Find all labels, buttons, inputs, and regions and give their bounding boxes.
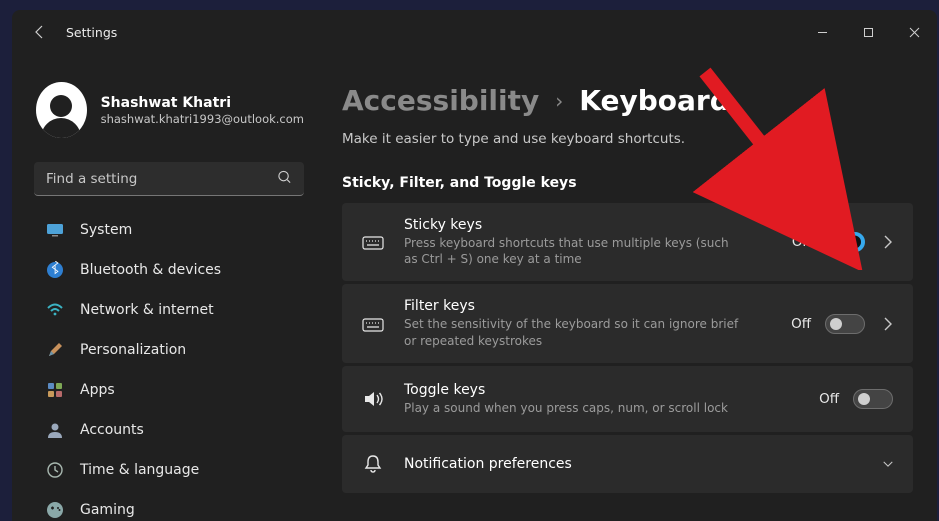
card-text: Toggle keys Play a sound when you press … — [404, 382, 799, 416]
keyboard-icon — [362, 313, 384, 335]
avatar — [36, 82, 87, 138]
card-controls: Off — [819, 389, 893, 409]
window-body: Shashwat Khatri shashwat.khatri1993@outl… — [12, 54, 937, 521]
card-controls — [879, 460, 893, 468]
card-title: Sticky keys — [404, 217, 772, 233]
page-title: Keyboard — [579, 84, 729, 117]
sidebar-item-personalization[interactable]: Personalization — [34, 330, 304, 370]
card-text: Notification preferences — [404, 456, 859, 472]
card-controls: On — [792, 232, 893, 252]
chevron-down-icon[interactable] — [883, 460, 893, 468]
card-text: Filter keys Set the sensitivity of the k… — [404, 298, 771, 348]
toggle-state-label: On — [792, 234, 811, 250]
sidebar: Shashwat Khatri shashwat.khatri1993@outl… — [12, 54, 318, 521]
sidebar-item-apps[interactable]: Apps — [34, 370, 304, 410]
card-title: Toggle keys — [404, 382, 799, 398]
card-desc: Press keyboard shortcuts that use multip… — [404, 235, 744, 267]
toggle-keys-card: Toggle keys Play a sound when you press … — [342, 366, 913, 432]
chevron-right-icon[interactable] — [883, 317, 893, 331]
bell-icon — [362, 454, 384, 474]
monitor-icon — [46, 221, 64, 239]
sidebar-item-label: Apps — [80, 382, 115, 398]
profile-block[interactable]: Shashwat Khatri shashwat.khatri1993@outl… — [34, 54, 304, 158]
sidebar-item-accounts[interactable]: Accounts — [34, 410, 304, 450]
sidebar-item-bluetooth[interactable]: Bluetooth & devices — [34, 250, 304, 290]
search-box[interactable] — [34, 162, 304, 196]
nav-list: System Bluetooth & devices Network & int… — [34, 210, 304, 521]
chevron-right-icon[interactable] — [883, 235, 893, 249]
card-controls: Off — [791, 314, 893, 334]
page-subtitle: Make it easier to type and use keyboard … — [342, 131, 913, 147]
breadcrumb: Accessibility › Keyboard — [342, 84, 913, 117]
profile-text: Shashwat Khatri shashwat.khatri1993@outl… — [101, 95, 304, 126]
sidebar-item-label: Gaming — [80, 502, 135, 518]
person-icon — [46, 421, 64, 439]
card-title: Notification preferences — [404, 456, 859, 472]
settings-window: Settings Shashwat Khatri shashwat.khatri… — [12, 10, 937, 521]
window-controls — [799, 10, 937, 54]
filter-keys-toggle[interactable] — [825, 314, 865, 334]
bluetooth-icon — [46, 261, 64, 279]
sidebar-item-time[interactable]: Time & language — [34, 450, 304, 490]
chevron-right-icon: › — [555, 89, 563, 113]
sidebar-item-network[interactable]: Network & internet — [34, 290, 304, 330]
notification-preferences-card[interactable]: Notification preferences — [342, 435, 913, 493]
minimize-button[interactable] — [799, 10, 845, 54]
back-button[interactable] — [32, 24, 48, 40]
speaker-icon — [362, 388, 384, 410]
keyboard-icon — [362, 231, 384, 253]
gamepad-icon — [46, 501, 64, 519]
search-input[interactable] — [34, 162, 304, 196]
settings-cards: Sticky keys Press keyboard shortcuts tha… — [342, 203, 913, 493]
toggle-state-label: Off — [791, 316, 811, 332]
sidebar-item-system[interactable]: System — [34, 210, 304, 250]
sidebar-item-label: Personalization — [80, 342, 186, 358]
sidebar-item-label: System — [80, 222, 132, 238]
sidebar-item-label: Accounts — [80, 422, 144, 438]
titlebar: Settings — [12, 10, 937, 54]
main-content: Accessibility › Keyboard Make it easier … — [318, 54, 937, 521]
breadcrumb-parent[interactable]: Accessibility — [342, 84, 539, 117]
app-title: Settings — [66, 25, 117, 40]
card-desc: Set the sensitivity of the keyboard so i… — [404, 316, 744, 348]
apps-icon — [46, 381, 64, 399]
toggle-keys-toggle[interactable] — [853, 389, 893, 409]
profile-email: shashwat.khatri1993@outlook.com — [101, 112, 304, 126]
clock-icon — [46, 461, 64, 479]
sticky-keys-toggle[interactable] — [825, 232, 865, 252]
close-button[interactable] — [891, 10, 937, 54]
sidebar-item-label: Network & internet — [80, 302, 214, 318]
profile-name: Shashwat Khatri — [101, 95, 304, 111]
sidebar-item-label: Time & language — [80, 462, 199, 478]
maximize-button[interactable] — [845, 10, 891, 54]
sidebar-item-gaming[interactable]: Gaming — [34, 490, 304, 521]
filter-keys-card[interactable]: Filter keys Set the sensitivity of the k… — [342, 284, 913, 362]
paintbrush-icon — [46, 341, 64, 359]
section-label: Sticky, Filter, and Toggle keys — [342, 175, 913, 191]
sidebar-item-label: Bluetooth & devices — [80, 262, 221, 278]
card-title: Filter keys — [404, 298, 771, 314]
card-desc: Play a sound when you press caps, num, o… — [404, 400, 744, 416]
card-text: Sticky keys Press keyboard shortcuts tha… — [404, 217, 772, 267]
toggle-state-label: Off — [819, 391, 839, 407]
sticky-keys-card[interactable]: Sticky keys Press keyboard shortcuts tha… — [342, 203, 913, 281]
wifi-icon — [46, 301, 64, 319]
